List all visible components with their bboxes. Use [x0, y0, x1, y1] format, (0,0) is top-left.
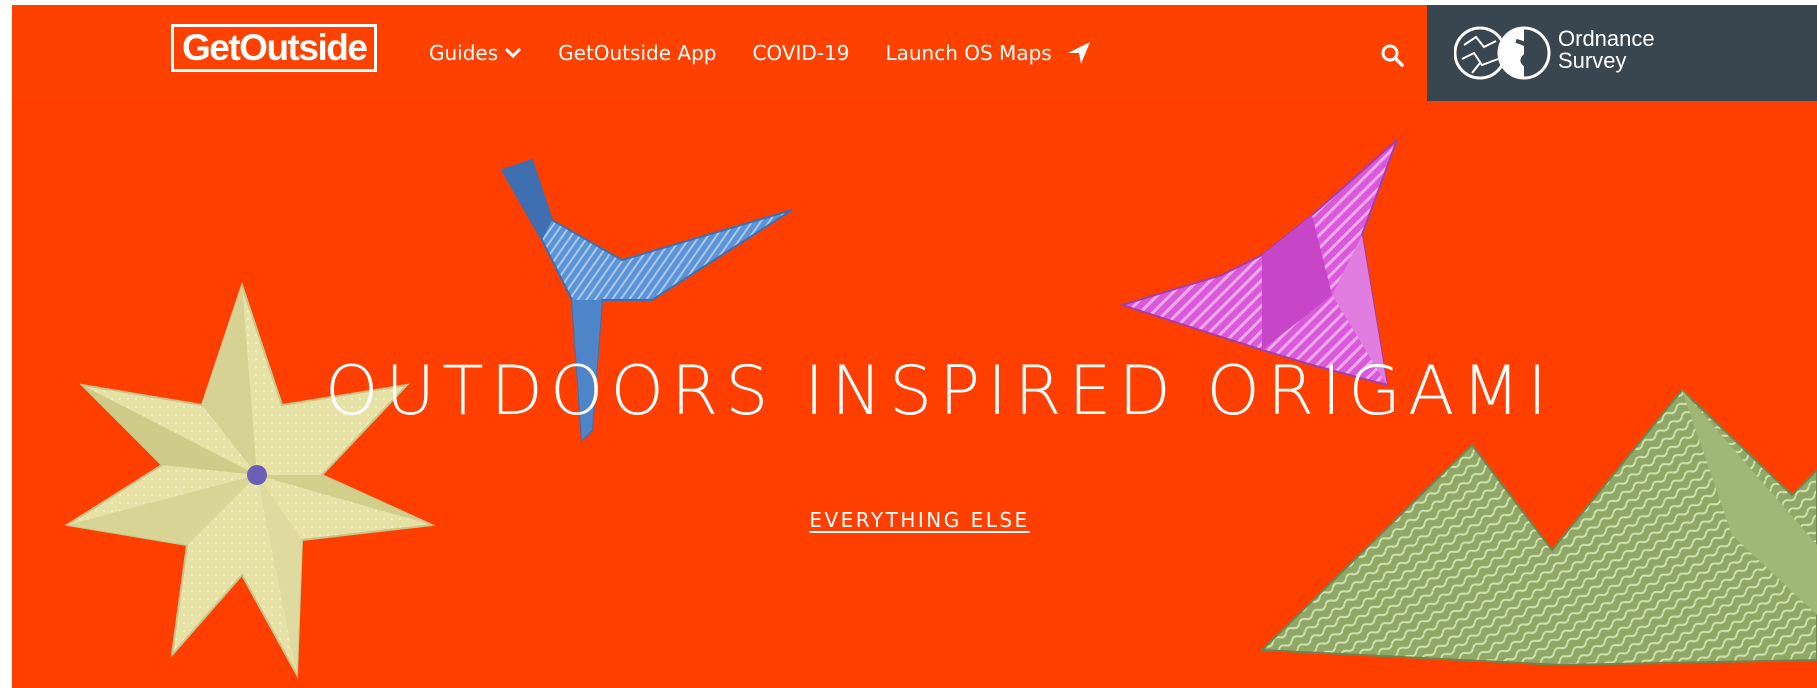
hero-title: OUTDOORS INSPIRED ORIGAMI	[324, 352, 1555, 431]
ordnance-survey-emblem-icon	[1454, 26, 1551, 80]
getoutside-logo[interactable]: GetOutside	[171, 24, 378, 72]
page: GetOutside Guides GetOutside App COVID-1…	[12, 5, 1817, 688]
main-nav: Guides GetOutside App COVID-19 Launch OS…	[429, 5, 1128, 101]
nav-launch-os-maps[interactable]: Launch OS Maps	[885, 40, 1091, 66]
chevron-down-icon	[505, 47, 522, 59]
nav-covid-label: COVID-19	[752, 41, 850, 65]
nav-getoutside-app-label: GetOutside App	[558, 41, 717, 65]
nav-covid[interactable]: COVID-19	[752, 41, 849, 65]
header-bar: GetOutside Guides GetOutside App COVID-1…	[12, 5, 1817, 101]
origami-star-image	[64, 281, 436, 679]
nav-launch-os-maps-label: Launch OS Maps	[885, 41, 1052, 65]
ordnance-survey-wordmark: Ordnance Survey	[1558, 28, 1655, 72]
everything-else-link[interactable]: EVERYTHING ELSE	[809, 508, 1029, 532]
nav-guides[interactable]: Guides	[429, 41, 522, 65]
ordnance-survey-line2: Survey	[1558, 48, 1627, 73]
nav-guides-label: Guides	[429, 41, 499, 65]
nav-getoutside-app[interactable]: GetOutside App	[558, 41, 716, 65]
ordnance-survey-panel[interactable]: Ordnance Survey	[1427, 5, 1817, 101]
ordnance-survey-line1: Ordnance	[1558, 26, 1655, 51]
navigation-arrow-icon	[1067, 42, 1090, 64]
search-icon[interactable]	[1380, 43, 1404, 67]
hero-link-container: EVERYTHING ELSE	[12, 508, 1817, 532]
